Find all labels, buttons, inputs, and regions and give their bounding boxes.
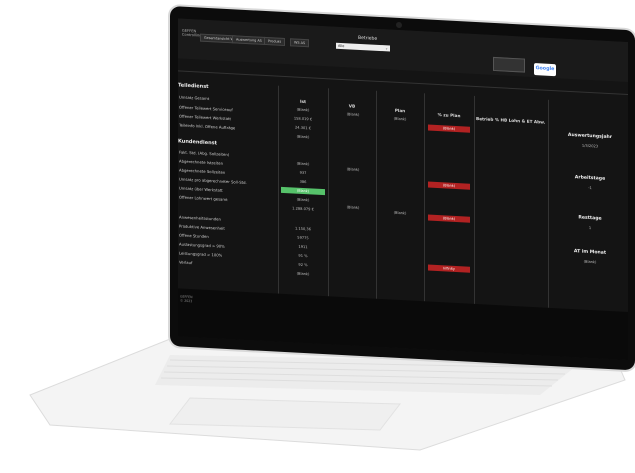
screen-bezel: GEFFEN Controlling Gesamtansicht WS Ausw…: [170, 6, 635, 371]
status-badge-good: (Blank): [281, 186, 325, 196]
grid-line: [474, 95, 475, 304]
auswertungsjahr-value: 1/3/2023: [581, 143, 599, 149]
date-filter-input[interactable]: [493, 56, 525, 73]
cell-ist: 92 %: [298, 262, 308, 268]
betriebe-select[interactable]: Alle ⌄: [336, 42, 390, 52]
row-label: Offener Lohnwert gesamt: [179, 194, 228, 203]
status-badge: (Blank): [428, 181, 470, 190]
row-label: Produktive Anwesenheit: [179, 223, 225, 231]
row-label: Anwesenheitsstunden: [179, 214, 221, 222]
row-label: Offener Teilewert Serviceauf: [179, 104, 233, 113]
resttage-title: Resttage: [578, 215, 602, 222]
row-label: Offene Stunden: [179, 232, 209, 240]
cell-ist: (Blank): [296, 271, 310, 277]
arbeitstage-title: Arbeitstage: [574, 175, 606, 182]
row-label: Abgerechnete Istzeiten: [179, 158, 224, 166]
cell-ist: 1911: [298, 244, 308, 250]
row-label: Leistungsgrad > 100%: [179, 250, 223, 258]
grid-line: [376, 90, 377, 299]
cell-plan: (Blank): [393, 210, 407, 216]
cell-ist: 1.150,36: [294, 226, 311, 232]
row-label: Umsatz pro abgerechneter Soll-Std.: [179, 176, 247, 186]
betriebe-label: Betriebe: [358, 35, 378, 42]
grid-line: [424, 93, 425, 302]
tab-produkt[interactable]: Produkt: [264, 36, 285, 47]
dashboard-screen: GEFFEN Controlling Gesamtansicht WS Ausw…: [178, 18, 628, 361]
cell-ist: 1.288.079 €: [292, 206, 314, 212]
status-badge: (Blank): [428, 124, 470, 133]
col-ist: Ist: [299, 98, 307, 105]
app-logo: GEFFEN Controlling: [182, 28, 202, 38]
cell-ist: 386: [299, 179, 307, 185]
cell-ist: (Blank): [296, 161, 310, 167]
cell-plan: (Blank): [393, 116, 407, 122]
cell-vb: (Blank): [346, 205, 360, 210]
footer-text: GEFFEN © 2023: [180, 294, 193, 304]
cell-ist: 59775: [297, 235, 309, 241]
col-betrieb-abw: Betrieb % HB Lohn & ET Abw.: [476, 116, 546, 125]
status-badge: Infinity: [428, 264, 470, 273]
cell-ist: 937: [299, 170, 307, 176]
row-label: Fakt. Std. (Abg. Sollzeiten): [179, 149, 230, 158]
cell-ist: (Blank): [296, 107, 310, 113]
resttage-value: 1: [588, 225, 592, 231]
top-toolbar: GEFFEN Controlling Gesamtansicht WS Ausw…: [178, 18, 628, 83]
at-im-monat-value: (Blank): [583, 259, 597, 265]
row-label: Umsatz über Werkstatt: [179, 185, 223, 193]
cell-vb: (Blank): [346, 112, 360, 117]
tab-auswertung[interactable]: Auswertung AS: [232, 35, 266, 46]
camera-icon: [396, 21, 402, 29]
row-label: Offener Teilewert Werkstatt: [179, 113, 232, 122]
cell-ist: (Blank): [296, 134, 310, 140]
at-im-monat-title: AT im Monat: [573, 249, 607, 256]
chevron-down-icon: ⌄: [385, 46, 388, 51]
col-zu-plan: % zu Plan: [437, 112, 461, 119]
cell-ist: 91 %: [298, 253, 308, 259]
grid-line: [328, 88, 329, 297]
cell-vb: (Blank): [346, 167, 360, 172]
row-label: Auslastungsgrad > 90%: [179, 241, 225, 249]
row-label: Verlauf: [179, 259, 193, 266]
cell-ist: 24.301 €: [294, 125, 311, 131]
section-teiledienst: Teiledienst: [178, 82, 209, 91]
row-label: Teileinfo Inkl. Offene Aufträge: [179, 122, 236, 131]
arbeitstage-value: -1: [588, 185, 592, 191]
auswertungsjahr-title: Auswertungsjahr: [567, 132, 613, 141]
google-logo[interactable]: Google: [534, 63, 556, 77]
status-badge: (Blank): [428, 214, 470, 223]
cell-ist: 158.019 €: [293, 116, 313, 122]
col-vb: VB: [348, 103, 356, 109]
row-label: Umsatz Gesamt: [179, 94, 210, 102]
grid-line: [548, 99, 549, 308]
tab-ws-as[interactable]: WS AS: [290, 38, 310, 48]
col-plan: Plan: [394, 107, 406, 114]
footer: GEFFEN © 2023: [178, 288, 628, 361]
cell-ist: (Blank): [296, 197, 310, 203]
section-kundendienst: Kundendienst: [178, 138, 218, 147]
row-label: Abgerechnete Sollzeiten: [179, 167, 226, 175]
